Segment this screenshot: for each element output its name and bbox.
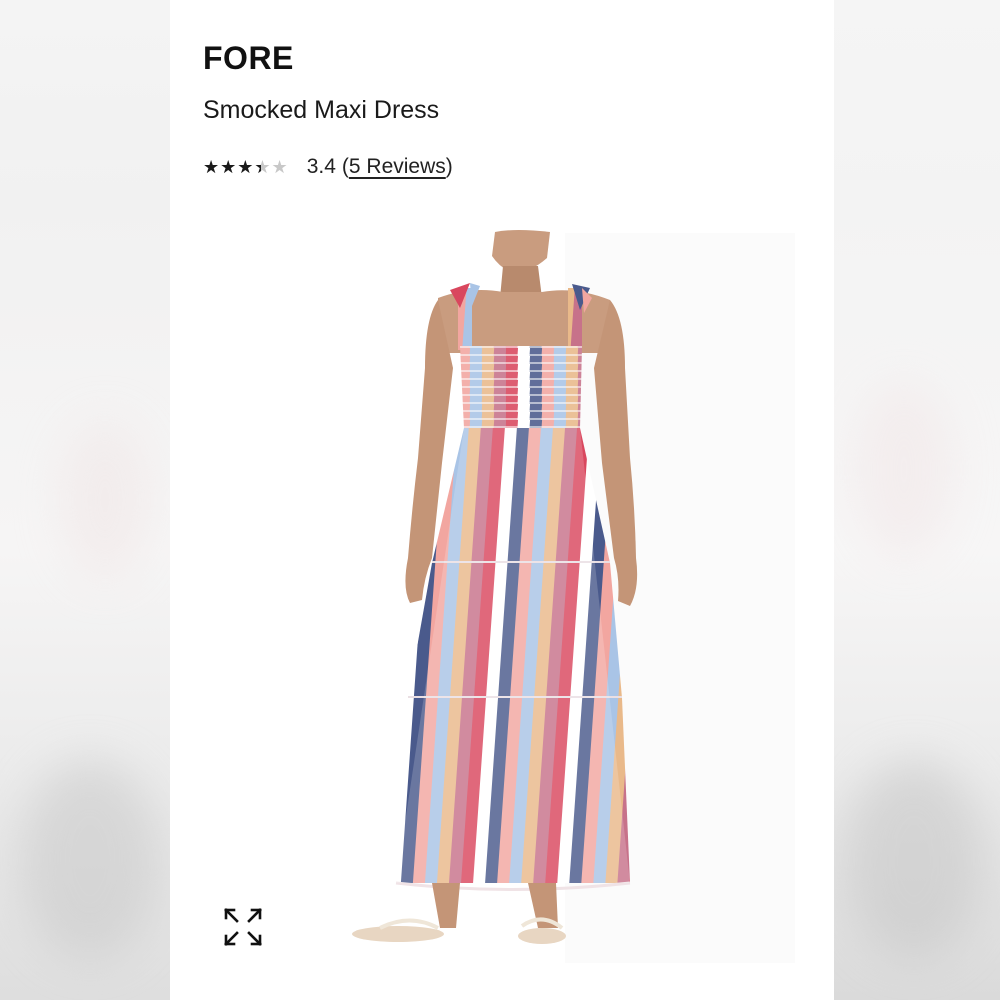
star-icon: ★★★★★ (203, 158, 261, 176)
blurred-backdrop-left (0, 0, 170, 1000)
star-rating: ★★★★★ ★★★★★ (203, 158, 289, 176)
product-title: Smocked Maxi Dress (203, 96, 440, 124)
rating-value: 3.4 (306, 155, 336, 178)
brand-name[interactable]: FORE (203, 40, 294, 77)
reviews-link[interactable]: (5 Reviews) (342, 155, 453, 179)
dress-illustration (170, 228, 834, 973)
blurred-backdrop-right (834, 0, 1000, 1000)
rating-row: ★★★★★ ★★★★★ 3.4 (5 Reviews) (203, 152, 453, 182)
product-image[interactable] (170, 228, 834, 973)
product-card: FORE Smocked Maxi Dress ★★★★★ ★★★★★ 3.4 … (170, 0, 834, 1000)
expand-arrows-icon[interactable] (222, 906, 264, 948)
reviews-count-link[interactable]: 5 Reviews (349, 155, 446, 178)
